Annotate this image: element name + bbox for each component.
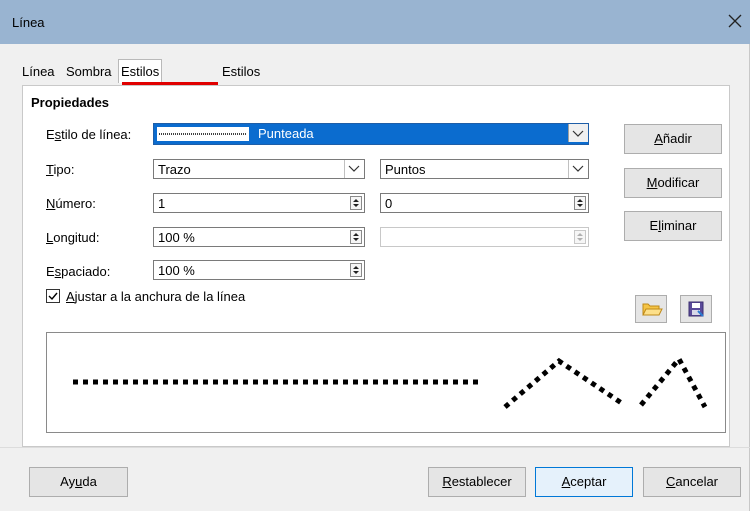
chevron-down-icon[interactable]: [568, 160, 588, 178]
line-preview: [46, 332, 726, 433]
cancel-button[interactable]: Cancelar: [643, 467, 741, 497]
delete-button[interactable]: Eliminar: [624, 211, 722, 241]
spin-arrows-icon[interactable]: [350, 230, 362, 244]
estilo-label: Estilo de línea:: [46, 127, 131, 142]
spin-arrows-icon[interactable]: [350, 263, 362, 277]
line-style-preview-icon: [157, 127, 249, 141]
longitud-label: Longitud:: [46, 230, 100, 245]
line-style-value: Punteada: [258, 126, 314, 141]
type2-select[interactable]: Puntos: [380, 159, 589, 179]
button-text: establecer: [451, 474, 512, 489]
save-button[interactable]: [680, 295, 712, 323]
label-mnemonic: A: [66, 289, 75, 304]
tab-label: Sombra: [66, 64, 112, 79]
tab-linea[interactable]: Línea: [20, 61, 57, 83]
save-icon: [688, 301, 704, 317]
window-title: Línea: [12, 15, 45, 30]
button-text: E: [649, 218, 659, 233]
label-mnemonic: N: [46, 196, 56, 211]
button-text: ancelar: [675, 474, 719, 489]
line-dialog: Línea Línea Sombra Estilos de línea Esti…: [0, 0, 750, 511]
line-style-preview: [73, 354, 708, 409]
checkmark-icon: [48, 292, 58, 301]
tipo-label: Tipo:: [46, 162, 74, 177]
label-text: tilo de línea:: [61, 127, 132, 142]
tab-estilos-de-flecha[interactable]: Estilos de flecha: [220, 61, 262, 123]
button-text: ñadir: [662, 131, 692, 146]
button-mnemonic: M: [646, 175, 658, 190]
number1-spinbox[interactable]: 1: [153, 193, 365, 213]
open-button[interactable]: [635, 295, 667, 323]
label-text: E: [46, 127, 55, 142]
button-text: iminar: [661, 218, 697, 233]
tab-estilos-de-linea[interactable]: Estilos de línea: [118, 59, 163, 127]
section-title-propiedades: Propiedades: [31, 95, 110, 110]
close-button[interactable]: [724, 10, 746, 32]
label-text: úmero:: [55, 196, 96, 211]
spin-arrows-icon[interactable]: [350, 196, 362, 210]
fit-to-width-checkbox[interactable]: [46, 289, 60, 303]
number1-value: 1: [158, 196, 166, 211]
footer-separator: [0, 447, 750, 448]
spacing-spinbox[interactable]: 100 %: [153, 260, 365, 280]
label-text: ipo:: [53, 162, 75, 177]
button-mnemonic: A: [654, 131, 663, 146]
line-style-select[interactable]: Punteada: [153, 123, 589, 145]
length1-spinbox[interactable]: 100 %: [153, 227, 365, 247]
length1-value: 100 %: [158, 230, 195, 245]
button-mnemonic: R: [442, 474, 452, 489]
ok-button[interactable]: Aceptar: [535, 467, 633, 497]
modify-button[interactable]: Modificar: [624, 168, 722, 198]
numero-label: Número:: [46, 196, 96, 211]
chevron-down-icon[interactable]: [344, 160, 364, 178]
type1-select[interactable]: Trazo: [153, 159, 365, 179]
button-mnemonic: C: [665, 474, 676, 489]
spin-arrows-icon[interactable]: [574, 230, 586, 244]
chevron-down-icon[interactable]: [568, 124, 588, 142]
espaciado-label: Espaciado:: [46, 264, 110, 279]
tab-sombra[interactable]: Sombra: [64, 61, 114, 83]
add-button[interactable]: Añadir: [624, 124, 722, 154]
label-text: justar a la anchura de la línea: [74, 289, 246, 304]
tab-label: Línea: [22, 64, 55, 79]
length2-spinbox[interactable]: [380, 227, 589, 247]
button-text: Ay: [60, 474, 76, 489]
label-text: paciado:: [61, 264, 111, 279]
spin-arrows-icon[interactable]: [574, 196, 586, 210]
fit-to-width-label[interactable]: Ajustar a la anchura de la línea: [66, 289, 245, 304]
spacing-value: 100 %: [158, 263, 195, 278]
number2-spinbox[interactable]: 0: [380, 193, 589, 213]
button-text: da: [82, 474, 97, 489]
help-button[interactable]: Ayuda: [29, 467, 128, 497]
button-mnemonic: A: [561, 474, 571, 489]
button-text: odificar: [657, 175, 700, 190]
label-text: E: [46, 264, 55, 279]
label-text: ongitud:: [53, 230, 100, 245]
folder-open-icon: [642, 303, 663, 316]
title-bar: Línea: [0, 0, 750, 44]
reset-button[interactable]: Restablecer: [428, 467, 526, 497]
type2-value: Puntos: [385, 162, 426, 177]
number2-value: 0: [385, 196, 393, 211]
close-icon: [728, 14, 742, 28]
type1-value: Trazo: [158, 162, 191, 177]
button-text: ceptar: [570, 474, 607, 489]
